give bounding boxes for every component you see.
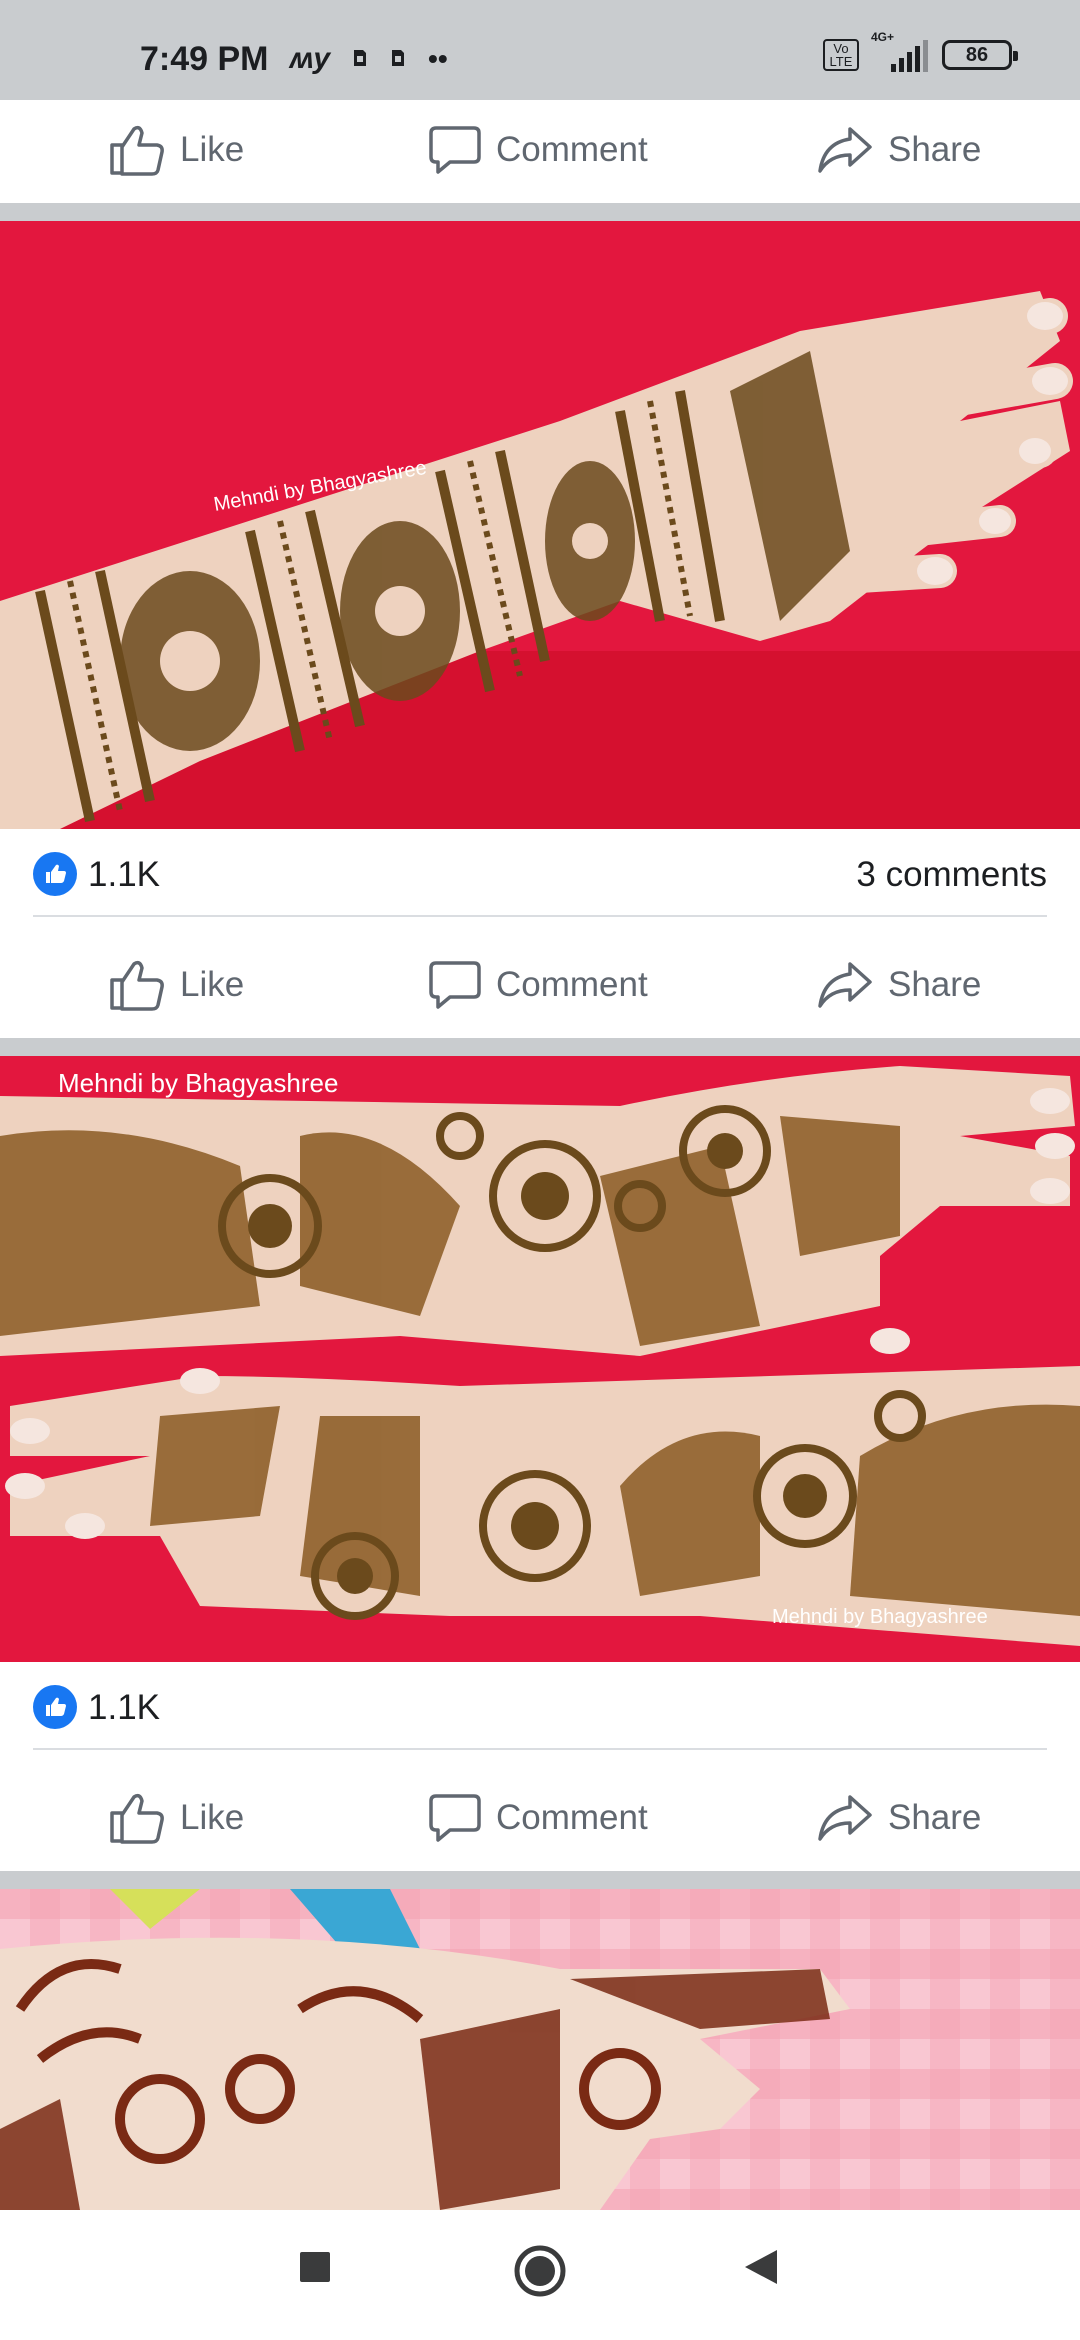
speech-bubble-icon <box>429 126 481 174</box>
like-reaction-icon <box>33 852 77 896</box>
like-label: Like <box>180 965 245 1004</box>
comment-label: Comment <box>496 965 648 1004</box>
post-photo-2[interactable]: Mehndi by Bhagyashree Mehndi by Bhagyash… <box>0 1056 1080 1662</box>
circle-home-icon <box>514 2245 566 2297</box>
post-photo-1[interactable]: Mehndi by Bhagyashree <box>0 221 1080 829</box>
system-nav-bar <box>0 2210 1080 2340</box>
status-right-icons: Vo LTE 4G+ 86 <box>823 30 1018 72</box>
divider <box>33 915 1047 917</box>
like-label: Like <box>180 130 245 169</box>
like-reaction-icon <box>33 1685 77 1729</box>
comment-button[interactable]: Comment <box>428 935 648 1035</box>
like-button[interactable]: Like <box>108 1768 244 1868</box>
post-reactions-2: 1.1K <box>0 1662 1080 1752</box>
notification-icon <box>390 43 406 75</box>
back-button[interactable] <box>743 2248 779 2291</box>
volte-icon: Vo LTE <box>823 39 859 71</box>
divider <box>33 1748 1047 1750</box>
post-separator <box>0 1871 1080 1889</box>
square-recents-icon <box>300 2252 330 2282</box>
speech-bubble-icon <box>429 1794 481 1842</box>
share-button[interactable]: Share <box>816 935 981 1035</box>
post-separator <box>0 1038 1080 1056</box>
share-button[interactable]: Share <box>816 100 981 200</box>
share-button[interactable]: Share <box>816 1768 981 1868</box>
speech-bubble-icon <box>429 961 481 1009</box>
comment-label: Comment <box>496 1798 648 1837</box>
comments-count[interactable]: 3 comments <box>856 855 1047 895</box>
like-label: Like <box>180 1798 245 1837</box>
photo-watermark: Mehndi by Bhagyashree <box>58 1068 338 1098</box>
henna-arm-image: Mehndi by Bhagyashree <box>0 221 1080 829</box>
like-button[interactable]: Like <box>108 100 244 200</box>
like-button[interactable]: Like <box>108 935 244 1035</box>
comment-label: Comment <box>496 130 648 169</box>
home-button[interactable] <box>513 2244 567 2303</box>
thumbs-up-icon <box>110 1793 164 1844</box>
share-label: Share <box>888 965 982 1004</box>
post-photo-3[interactable] <box>0 1889 1080 2210</box>
share-label: Share <box>888 1798 982 1837</box>
comment-button[interactable]: Comment <box>428 1768 648 1868</box>
battery-level: 86 <box>965 43 989 66</box>
share-label: Share <box>888 130 982 169</box>
henna-hands-image: Mehndi by Bhagyashree Mehndi by Bhagyash… <box>0 1056 1080 1662</box>
reaction-count[interactable]: 1.1K <box>88 1688 160 1728</box>
signal-icon: 4G+ <box>871 30 928 72</box>
recents-button[interactable] <box>298 2250 332 2289</box>
status-bar: 7:49 PM ʍy •• Vo LTE 4G+ 86 <box>0 0 1080 100</box>
status-time: 7:49 PM <box>140 40 269 78</box>
network-type: 4G+ <box>871 30 895 44</box>
status-notification-icons: ʍy •• <box>290 42 448 76</box>
battery-icon: 86 <box>942 40 1018 70</box>
share-arrow-icon <box>818 1795 872 1841</box>
carrier-logo-icon: ʍy <box>290 42 331 75</box>
post-actions-row: Like Comment Share <box>0 935 1080 1035</box>
share-arrow-icon <box>818 127 872 173</box>
thumbs-up-icon <box>110 125 164 176</box>
post-actions-row: Like Comment Share <box>0 100 1080 200</box>
reaction-count[interactable]: 1.1K <box>88 855 160 895</box>
post-actions-row: Like Comment Share <box>0 1768 1080 1868</box>
comment-button[interactable]: Comment <box>428 100 648 200</box>
photo-watermark-secondary: Mehndi by Bhagyashree <box>772 1606 988 1628</box>
post-separator <box>0 203 1080 221</box>
post-reactions-1: 1.1K 3 comments <box>0 829 1080 919</box>
henna-hand-image <box>0 1889 1080 2210</box>
notification-icon <box>352 43 368 75</box>
triangle-back-icon <box>745 2250 777 2284</box>
more-dots-icon: •• <box>428 43 448 74</box>
thumbs-up-icon <box>110 960 164 1011</box>
share-arrow-icon <box>818 962 872 1008</box>
